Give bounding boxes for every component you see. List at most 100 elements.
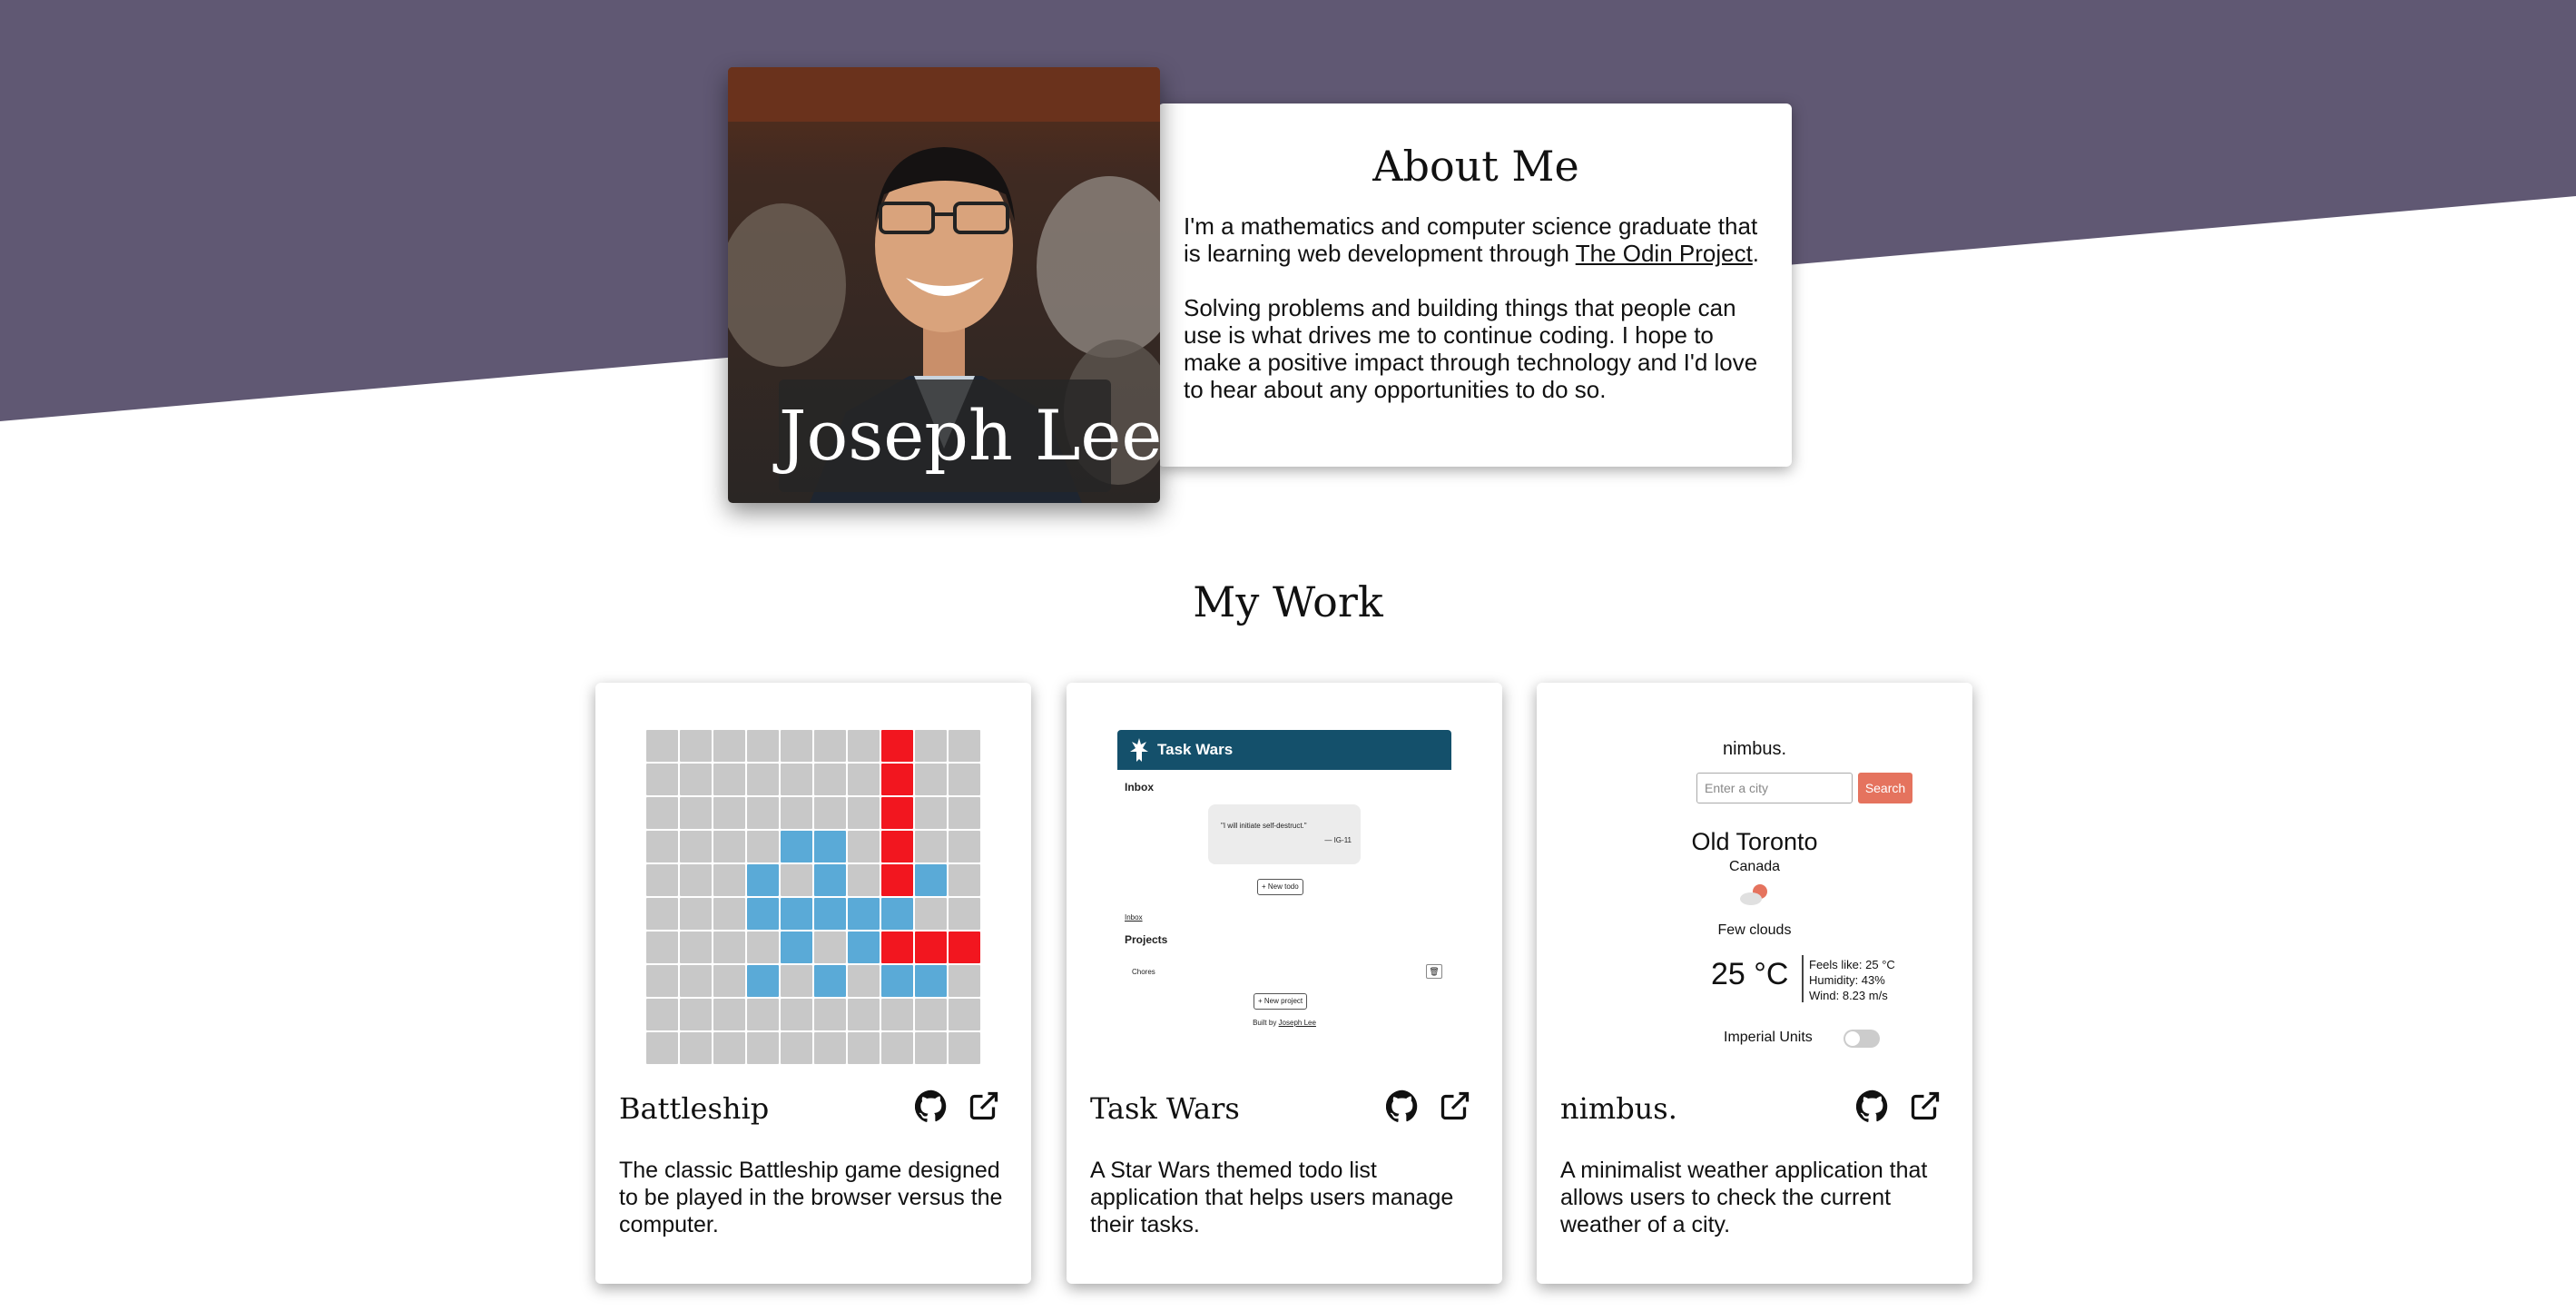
external-link-icon[interactable]	[968, 1089, 1000, 1122]
empty-cell	[680, 764, 712, 795]
empty-cell	[747, 831, 779, 862]
nimbus-weather-description: Few clouds	[1717, 922, 1792, 938]
empty-cell	[915, 764, 947, 795]
empty-cell	[713, 797, 745, 829]
empty-cell	[949, 1032, 980, 1064]
github-icon[interactable]	[914, 1089, 948, 1122]
empty-cell	[848, 797, 880, 829]
about-paragraph-2: Solving problems and building things tha…	[1184, 294, 1758, 403]
task-wars-preview[interactable]: Task Wars Inbox "I will initiate self-de…	[1117, 730, 1451, 1066]
empty-cell	[781, 1032, 812, 1064]
task-wars-screenshot: Task Wars Inbox "I will initiate self-de…	[1117, 730, 1451, 1066]
ship-cell	[814, 965, 846, 997]
about-heading: About Me	[1372, 142, 1579, 191]
hit-cell	[881, 730, 913, 762]
nimbus-country: Canada	[1728, 859, 1781, 874]
empty-cell	[646, 999, 678, 1030]
empty-cell	[713, 764, 745, 795]
empty-cell	[814, 1032, 846, 1064]
odin-project-link[interactable]: The Odin Project	[1576, 240, 1753, 267]
ship-cell	[915, 965, 947, 997]
empty-cell	[680, 999, 712, 1030]
empty-cell	[848, 864, 880, 896]
project-card-battleship: Battleship The classic Battleship game d…	[595, 683, 1031, 1284]
nimbus-city: Old Toronto	[1691, 828, 1818, 855]
task-wars-quote: "I will initiate self-destruct." — IG-11	[1208, 804, 1361, 864]
empty-cell	[713, 864, 745, 896]
nimbus-app-title: nimbus.	[1722, 739, 1787, 759]
credit-text: Built by	[1253, 1019, 1279, 1027]
humidity: Humidity: 43%	[1809, 973, 1885, 987]
empty-cell	[646, 898, 678, 930]
ship-cell	[781, 831, 812, 862]
github-icon[interactable]	[1855, 1089, 1889, 1122]
ship-cell	[747, 864, 779, 896]
empty-cell	[747, 932, 779, 963]
task-wars-app-title: Task Wars	[1157, 741, 1234, 758]
ship-cell	[747, 898, 779, 930]
empty-cell	[848, 764, 880, 795]
hit-cell	[881, 864, 913, 896]
ship-cell	[814, 864, 846, 896]
battleship-preview[interactable]	[646, 730, 980, 1066]
empty-cell	[881, 999, 913, 1030]
credit-name: Joseph Lee	[1278, 1019, 1316, 1027]
project-title: Task Wars	[1090, 1091, 1240, 1126]
task-wars-new-todo-button: + New todo	[1257, 879, 1303, 895]
imperial-units-toggle	[1844, 1030, 1880, 1048]
rebel-logo-icon	[1130, 738, 1148, 762]
empty-cell	[848, 999, 880, 1030]
ship-cell	[848, 898, 880, 930]
empty-cell	[949, 730, 980, 762]
empty-cell	[781, 965, 812, 997]
task-wars-new-project-button: + New project	[1254, 993, 1308, 1010]
portrait-photo: Joseph Lee	[728, 67, 1160, 503]
divider	[1802, 955, 1804, 1002]
external-link-icon[interactable]	[1909, 1089, 1942, 1122]
github-icon[interactable]	[1385, 1089, 1419, 1122]
external-link-icon[interactable]	[1439, 1089, 1471, 1122]
empty-cell	[814, 730, 846, 762]
empty-cell	[680, 932, 712, 963]
hit-cell	[949, 932, 980, 963]
empty-cell	[747, 797, 779, 829]
empty-cell	[949, 864, 980, 896]
ship-cell	[781, 932, 812, 963]
empty-cell	[848, 1032, 880, 1064]
empty-cell	[747, 730, 779, 762]
project-title: nimbus.	[1560, 1091, 1677, 1126]
empty-cell	[713, 831, 745, 862]
empty-cell	[646, 1032, 678, 1064]
wind: Wind: 8.23 m/s	[1809, 989, 1888, 1002]
empty-cell	[680, 965, 712, 997]
ship-cell	[814, 831, 846, 862]
empty-cell	[713, 999, 745, 1030]
empty-cell	[915, 831, 947, 862]
empty-cell	[646, 831, 678, 862]
empty-cell	[848, 965, 880, 997]
nimbus-temperature: 25 °C	[1711, 957, 1789, 991]
task-wars-projects-heading: Projects	[1125, 933, 1168, 946]
empty-cell	[915, 999, 947, 1030]
project-links	[914, 1089, 1000, 1122]
empty-cell	[646, 965, 678, 997]
empty-cell	[949, 797, 980, 829]
empty-cell	[949, 999, 980, 1030]
trash-icon: 🗑	[1426, 964, 1442, 979]
ship-cell	[881, 898, 913, 930]
nimbus-preview[interactable]: nimbus. Enter a city Search Old Toronto …	[1588, 730, 1922, 1066]
empty-cell	[915, 730, 947, 762]
project-card-task-wars: Task Wars Inbox "I will initiate self-de…	[1067, 683, 1502, 1284]
about-card: About Me I'm a mathematics and computer …	[1158, 104, 1792, 467]
empty-cell	[747, 1032, 779, 1064]
about-text-end: .	[1752, 240, 1760, 267]
project-description: A Star Wars themed todo list application…	[1090, 1158, 1454, 1237]
empty-cell	[781, 797, 812, 829]
empty-cell	[747, 764, 779, 795]
nimbus-screenshot: nimbus. Enter a city Search Old Toronto …	[1588, 730, 1922, 1066]
hit-cell	[915, 932, 947, 963]
empty-cell	[646, 864, 678, 896]
empty-cell	[680, 1032, 712, 1064]
ship-cell	[814, 898, 846, 930]
empty-cell	[680, 898, 712, 930]
